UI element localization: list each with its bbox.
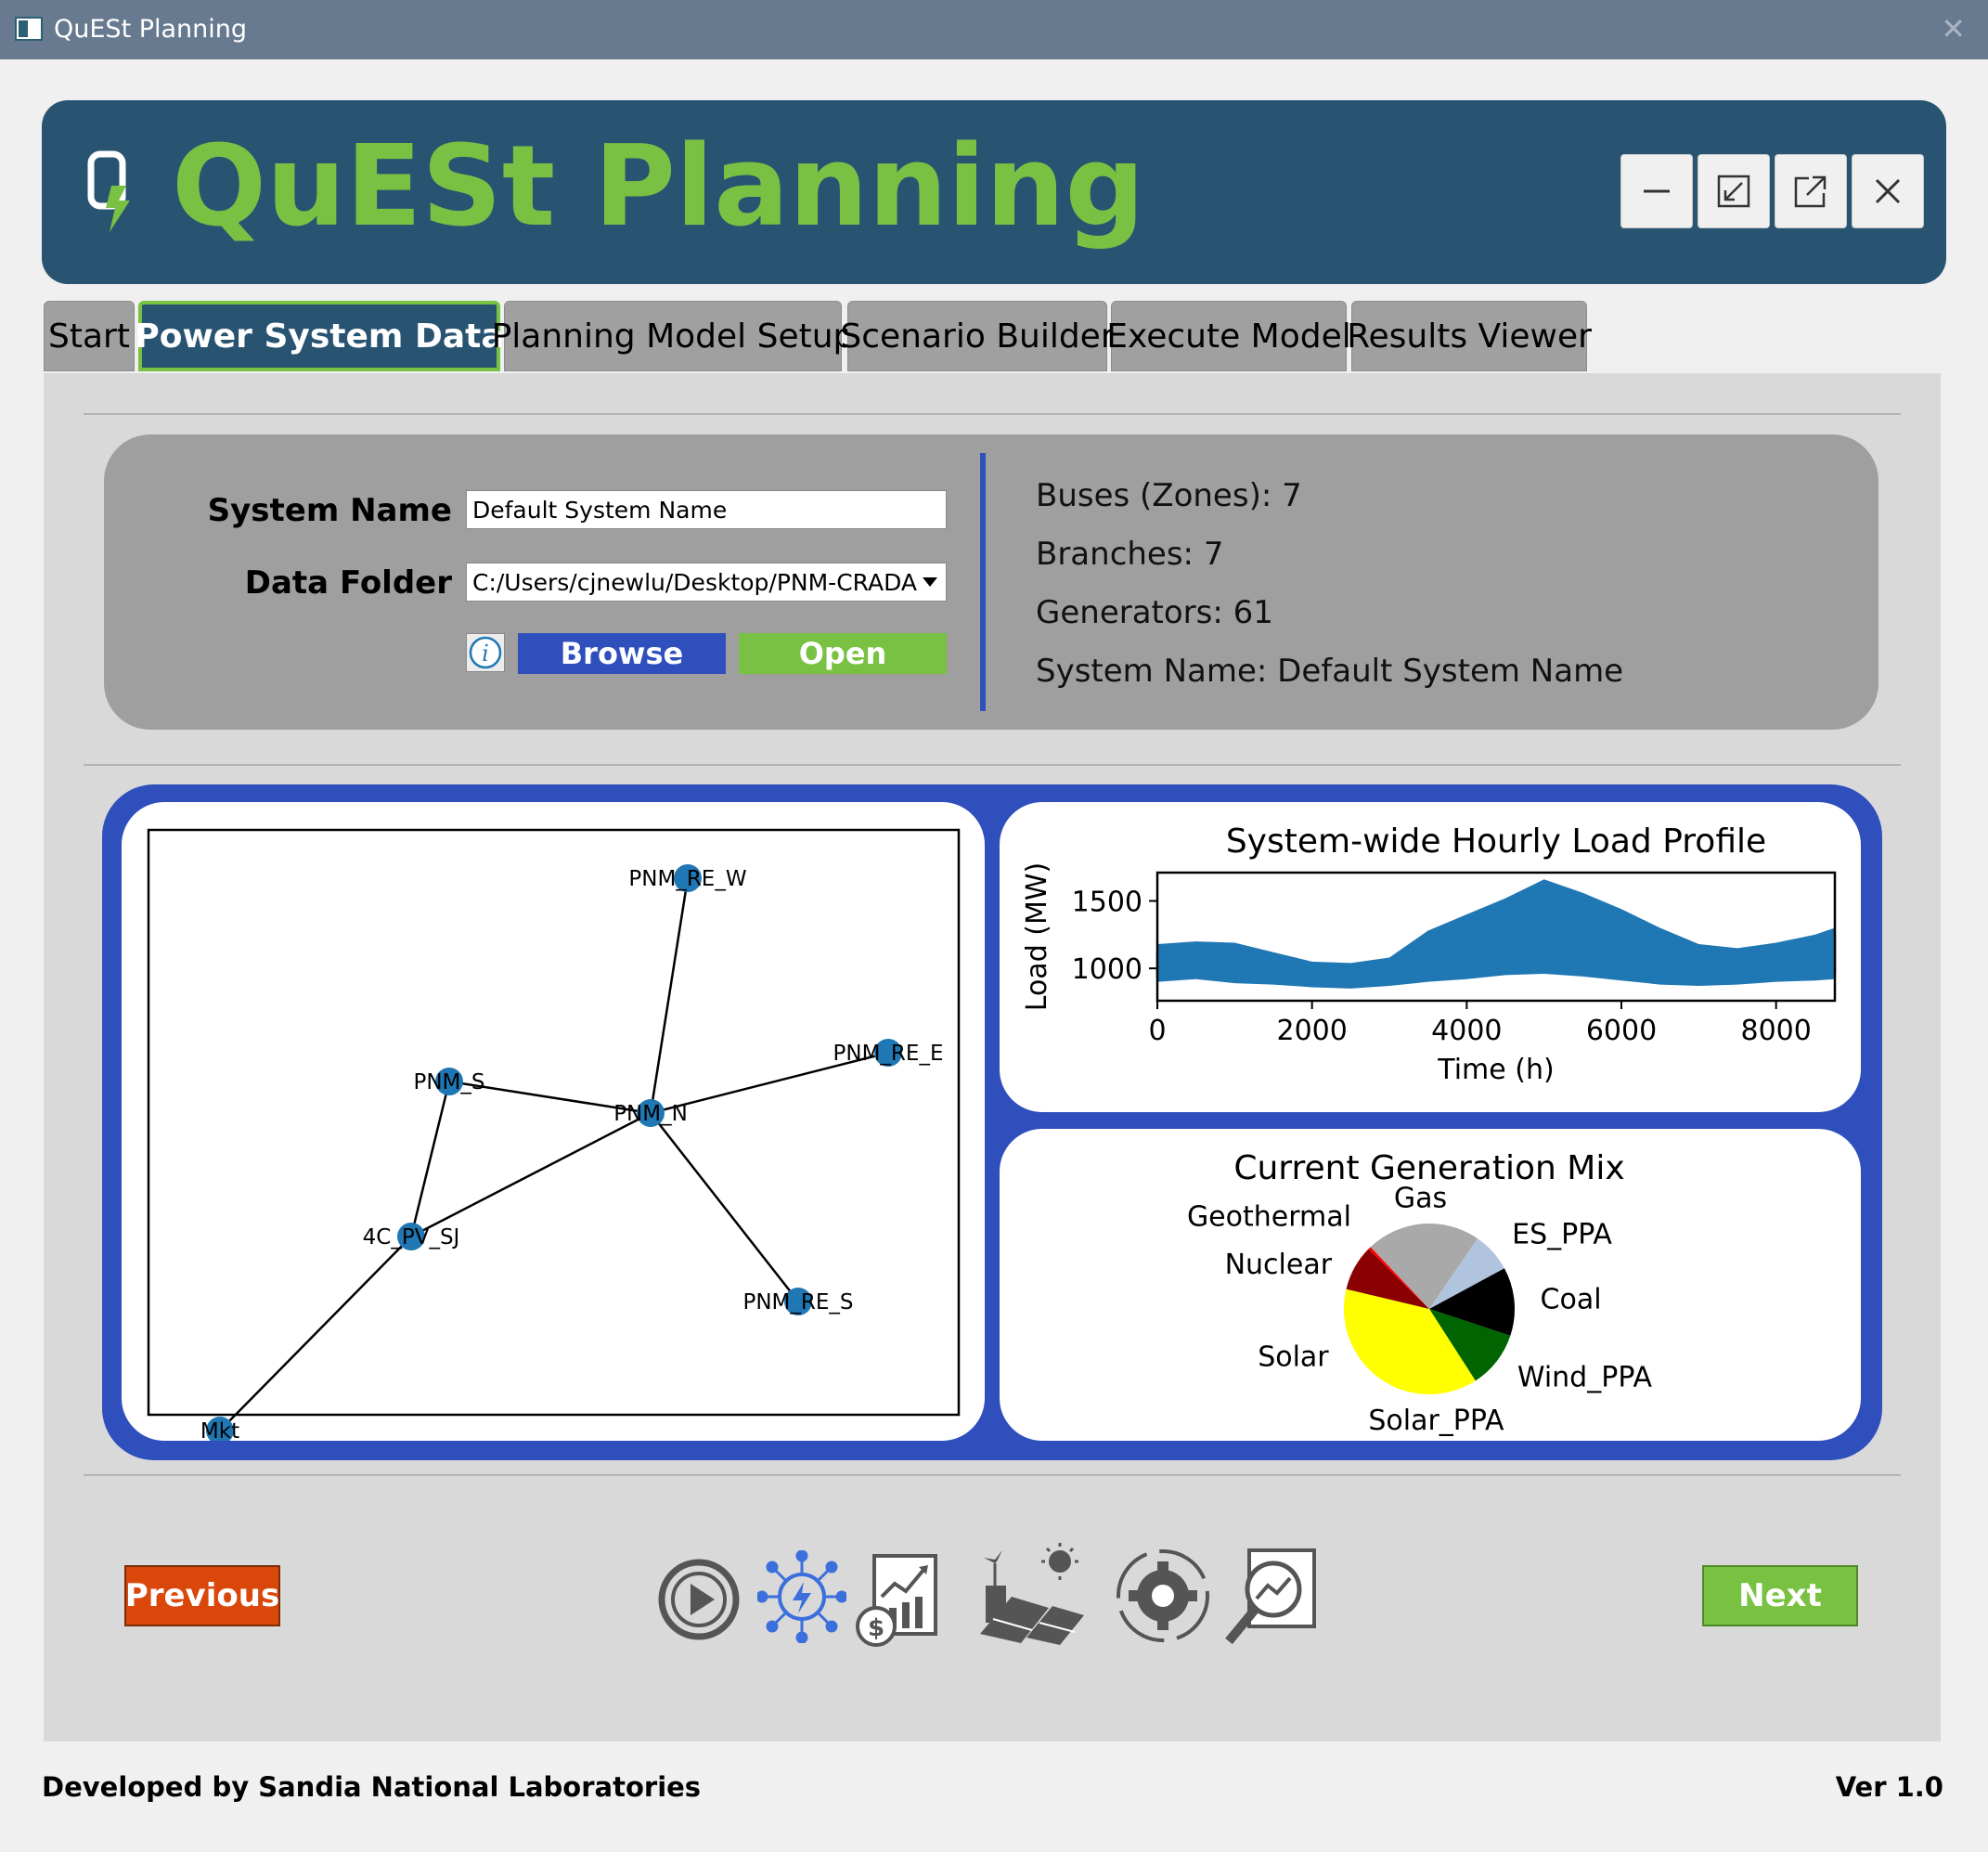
next-button[interactable]: Next [1702, 1565, 1858, 1626]
x-tick-label: 8000 [1740, 1015, 1811, 1047]
network-node-label: PNM_RE_E [833, 1042, 944, 1066]
y-axis-label: Load (MW) [1021, 862, 1053, 1011]
power-network-icon[interactable] [757, 1550, 846, 1643]
network-node-label: PNM_S [413, 1070, 484, 1094]
divider-top [84, 413, 1901, 415]
minimize-icon [1644, 189, 1670, 193]
data-folder-combobox[interactable]: C:/Users/cjnewlu/Desktop/PNM-CRADA [466, 563, 947, 602]
load-profile-chart: System-wide Hourly Load Profile 0 2000 4000… [1021, 822, 1837, 1086]
window-close-icon[interactable]: ✕ [1941, 11, 1966, 46]
system-name-input[interactable]: Default System Name [466, 490, 947, 529]
info-separator [980, 453, 986, 711]
network-graph-card: PNM_RE_W PNM_RE_E PNM_S PNM_N 4C_PV_SJ PNM_RE… [122, 802, 985, 1444]
close-button[interactable] [1852, 154, 1924, 228]
data-folder-label: Data Folder [244, 564, 452, 602]
pie-slice-label: Solar_PPA [1368, 1405, 1504, 1437]
tab-scenario-builder[interactable]: Scenario Builder [840, 301, 1115, 371]
scenario-icon[interactable] [975, 1541, 1088, 1645]
app-title: QuESt Planning [172, 123, 1145, 252]
network-node-label: Mkt [200, 1419, 239, 1441]
popout-icon [1794, 175, 1827, 208]
network-node-label: PNM_RE_S [742, 1290, 853, 1315]
stat-system-name: System Name: Default System Name [1036, 653, 1624, 690]
divider-middle [84, 764, 1901, 766]
x-tick-label: 4000 [1431, 1015, 1502, 1047]
network-graph: PNM_RE_W PNM_RE_E PNM_S PNM_N 4C_PV_SJ PNM_RE… [147, 828, 961, 1444]
popout-button[interactable] [1775, 154, 1847, 228]
restore-button[interactable] [1698, 154, 1770, 228]
pie-slice-label: Coal [1541, 1283, 1602, 1315]
stat-generators: Generators: 61 [1036, 594, 1273, 631]
app-window-icon [15, 17, 43, 41]
quest-logo-icon [87, 150, 130, 232]
play-icon[interactable] [655, 1556, 742, 1643]
network-plot-frame [147, 828, 961, 1417]
pie-slice-label: Geothermal [1187, 1200, 1351, 1233]
info-button[interactable]: i [466, 633, 505, 672]
stat-buses: Buses (Zones): 7 [1036, 477, 1302, 514]
system-name-label: System Name [207, 492, 452, 529]
results-icon[interactable] [1221, 1545, 1323, 1649]
load-profile-card: System-wide Hourly Load Profile 0 2000 4000… [1000, 802, 1861, 1112]
pie-slice-label: Nuclear [1225, 1249, 1333, 1281]
load-chart-title: System-wide Hourly Load Profile [1226, 822, 1766, 861]
pie-slice-label: ES_PPA [1512, 1219, 1612, 1251]
y-tick-label: 1500 [1072, 887, 1142, 919]
svg-text:i: i [482, 641, 489, 667]
execute-icon[interactable] [1112, 1545, 1214, 1647]
generation-mix-chart: Current Generation MixES_PPACoalWind_PPA… [1187, 1149, 1653, 1437]
tab-execute-model[interactable]: Execute Model [1106, 301, 1351, 371]
browse-button[interactable]: Browse [518, 633, 726, 674]
tab-planning-model-setup[interactable]: Planning Model Setup [492, 301, 854, 371]
x-tick-label: 2000 [1276, 1015, 1347, 1047]
data-folder-value: C:/Users/cjnewlu/Desktop/PNM-CRADA [472, 569, 918, 596]
info-icon: i [469, 636, 502, 669]
stat-branches: Branches: 7 [1036, 536, 1224, 573]
open-button[interactable]: Open [739, 633, 947, 674]
minimize-button[interactable] [1620, 154, 1693, 228]
version-label: Ver 1.0 [1835, 1771, 1943, 1803]
pie-slice-label: Gas [1394, 1182, 1447, 1214]
network-node-label: 4C_PV_SJ [363, 1225, 460, 1250]
divider-bottom [84, 1474, 1901, 1476]
y-tick-label: 1000 [1072, 953, 1142, 986]
restore-icon [1717, 175, 1750, 208]
x-tick-label: 0 [1148, 1015, 1166, 1047]
close-icon [1875, 178, 1901, 204]
generation-mix-card: Current Generation Mix ES_PPA Coal Wind_PPA… [1000, 1129, 1861, 1441]
svg-text:$: $ [868, 1614, 884, 1642]
network-node-label: PNM_N [613, 1102, 688, 1126]
pie-slice-label: Wind_PPA [1517, 1362, 1653, 1394]
x-axis-label: Time (h) [1437, 1054, 1554, 1086]
x-tick-label: 6000 [1586, 1015, 1657, 1047]
chevron-down-icon[interactable] [921, 576, 939, 589]
network-node-label: PNM_RE_W [628, 867, 746, 891]
pie-slice-label: Solar [1258, 1341, 1329, 1374]
planning-cost-icon[interactable]: $ [854, 1550, 943, 1649]
window-title: QuESt Planning [54, 15, 248, 44]
tab-start[interactable]: Start [44, 301, 135, 371]
previous-button[interactable]: Previous [124, 1565, 280, 1626]
tab-power-system-data[interactable]: Power System Data [135, 301, 504, 371]
window-title-bar: QuESt Planning ✕ [0, 0, 1988, 59]
tab-results-viewer[interactable]: Results Viewer [1347, 301, 1592, 371]
developer-credit: Developed by Sandia National Laboratorie… [42, 1771, 702, 1803]
